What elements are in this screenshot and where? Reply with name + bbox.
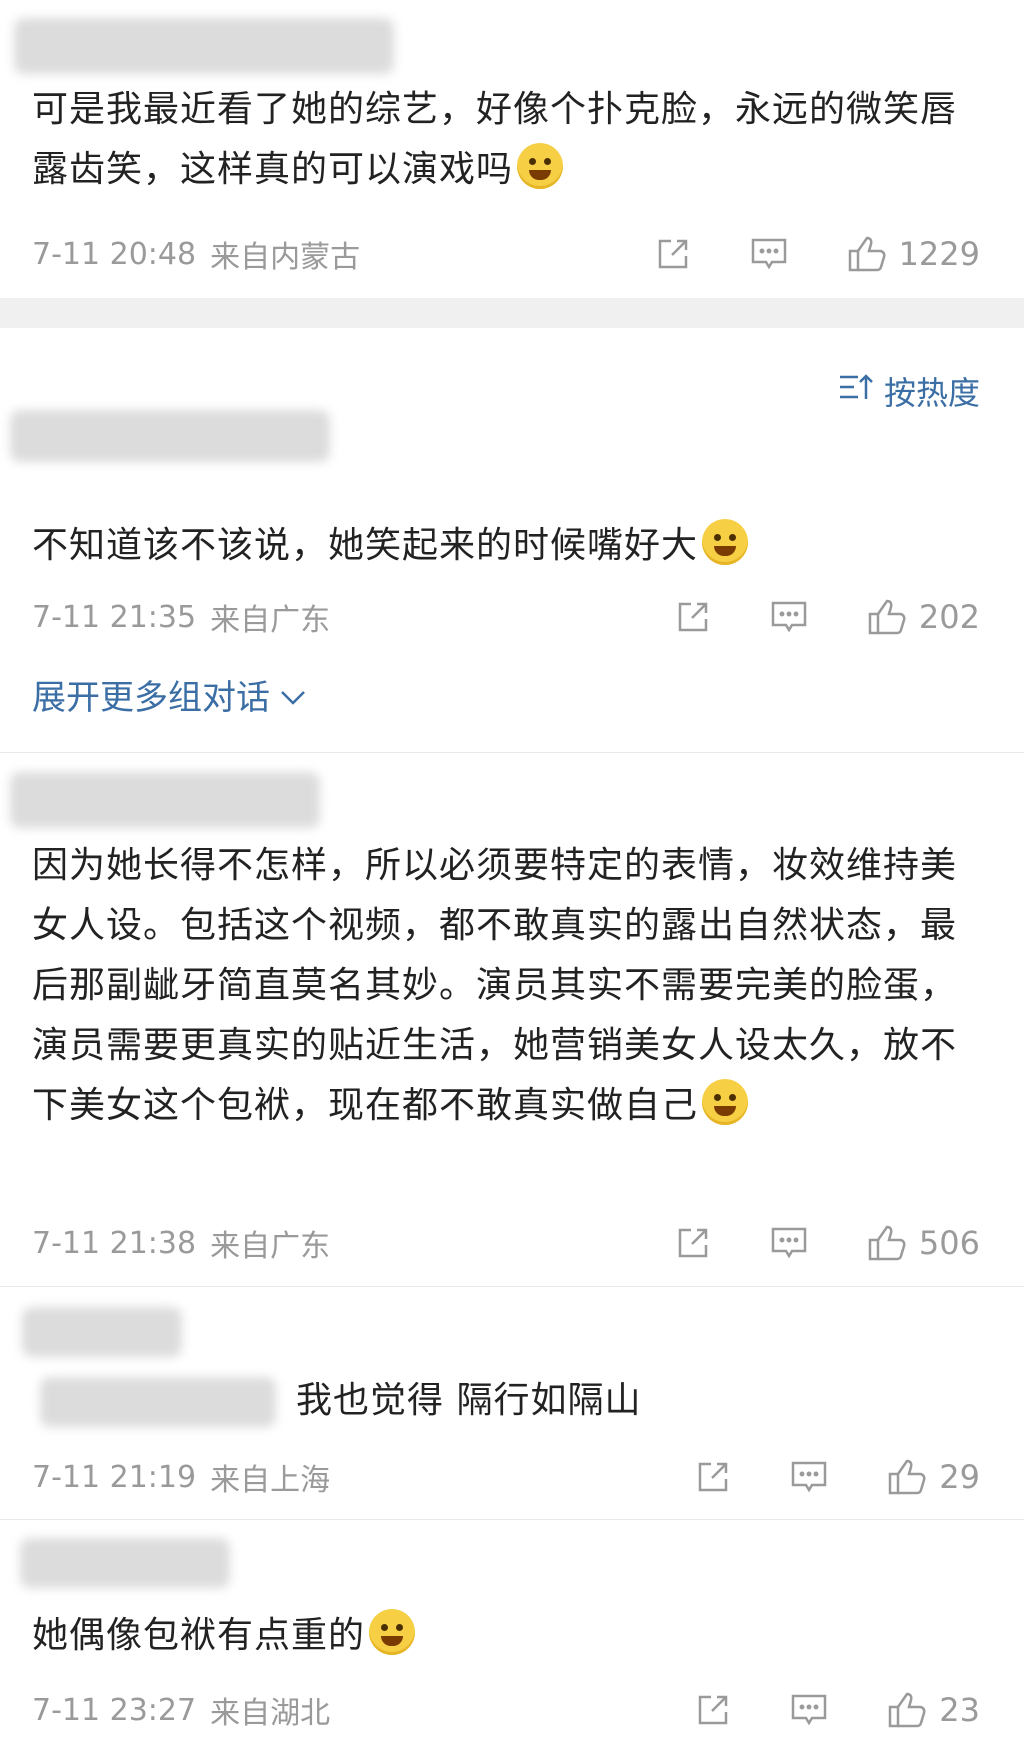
like-count: 506 <box>918 1224 980 1262</box>
share-icon[interactable] <box>653 234 693 274</box>
comment-text: 可是我最近看了她的综艺，好像个扑克脸，永远的微笑唇露齿笑，这样真的可以演戏吗 <box>32 89 958 190</box>
reply-target-username-blurred[interactable] <box>40 1377 276 1427</box>
comment-actions: 29 <box>693 1457 980 1497</box>
like-count: 202 <box>918 598 980 636</box>
comment-actions: 506 <box>673 1223 980 1263</box>
sort-label: 按热度 <box>883 374 980 412</box>
comment-time: 7-11 21:38 <box>32 1225 197 1261</box>
comment-actions: 202 <box>673 597 980 637</box>
username-blurred[interactable] <box>10 772 320 828</box>
comment-meta: 7-11 21:19 来自上海 <box>32 1457 331 1499</box>
comment-icon[interactable] <box>789 1457 829 1497</box>
chevron-down-icon <box>280 675 306 715</box>
share-icon[interactable] <box>693 1457 733 1497</box>
expand-more-conversations-link[interactable]: 展开更多组对话 <box>32 670 306 719</box>
like-icon[interactable] <box>847 234 887 274</box>
comment-text: 不知道该不该说，她笑起来的时候嘴好大 <box>32 516 984 576</box>
comment-icon[interactable] <box>749 234 789 274</box>
username-blurred[interactable] <box>20 1538 230 1588</box>
comment-time: 7-11 21:19 <box>32 1459 197 1495</box>
sort-icon <box>838 372 874 410</box>
username-blurred[interactable] <box>10 410 330 462</box>
comment-meta: 7-11 20:48 来自内蒙古 <box>32 234 361 276</box>
share-icon[interactable] <box>673 597 713 637</box>
comment-meta: 7-11 21:35 来自广东 <box>32 597 331 639</box>
like-icon[interactable] <box>867 1223 907 1263</box>
like-count: 29 <box>939 1458 980 1496</box>
username-blurred[interactable] <box>22 1307 182 1357</box>
share-icon[interactable] <box>673 1223 713 1263</box>
username-blurred[interactable] <box>14 18 394 74</box>
like-icon[interactable] <box>887 1457 927 1497</box>
comment-icon[interactable] <box>789 1690 829 1730</box>
crying-emoji-icon <box>702 519 749 565</box>
comment-time: 7-11 21:35 <box>32 599 197 635</box>
comment-source: 来自湖北 <box>210 1696 331 1731</box>
comment-time: 7-11 23:27 <box>32 1692 197 1728</box>
divider <box>0 1286 1024 1287</box>
comment-source: 来自内蒙古 <box>210 240 361 275</box>
comment-text: 她偶像包袱有点重的 <box>32 1606 984 1666</box>
section-separator <box>0 298 1024 328</box>
comment-text: 因为她长得不怎样，所以必须要特定的表情，妆效维持美女人设。包括这个视频，都不敢真… <box>32 845 958 1126</box>
comment-icon[interactable] <box>769 1223 809 1263</box>
comment-icon[interactable] <box>769 597 809 637</box>
comment-text: 我也觉得 隔行如隔山 <box>296 1380 642 1421</box>
laughing-tears-emoji-icon <box>369 1609 416 1655</box>
comment-meta: 7-11 21:38 来自广东 <box>32 1223 331 1265</box>
comment-actions: 1229 <box>653 234 980 274</box>
divider <box>0 1519 1024 1520</box>
thinking-emoji-icon <box>517 143 564 189</box>
divider <box>0 752 1024 753</box>
like-count: 1229 <box>898 235 980 273</box>
like-icon[interactable] <box>867 597 907 637</box>
comment-actions: 23 <box>693 1690 980 1730</box>
laughing-emoji-icon <box>702 1079 749 1125</box>
comment-meta: 7-11 23:27 来自湖北 <box>32 1690 331 1732</box>
sort-by-hot-button[interactable]: 按热度 <box>838 368 980 414</box>
comment-source: 来自上海 <box>210 1463 331 1498</box>
expand-label: 展开更多组对话 <box>32 678 270 718</box>
like-icon[interactable] <box>887 1690 927 1730</box>
comment-source: 来自广东 <box>210 1229 331 1264</box>
comment-time: 7-11 20:48 <box>32 236 197 272</box>
like-count: 23 <box>939 1691 980 1729</box>
comment-source: 来自广东 <box>210 603 331 638</box>
share-icon[interactable] <box>693 1690 733 1730</box>
